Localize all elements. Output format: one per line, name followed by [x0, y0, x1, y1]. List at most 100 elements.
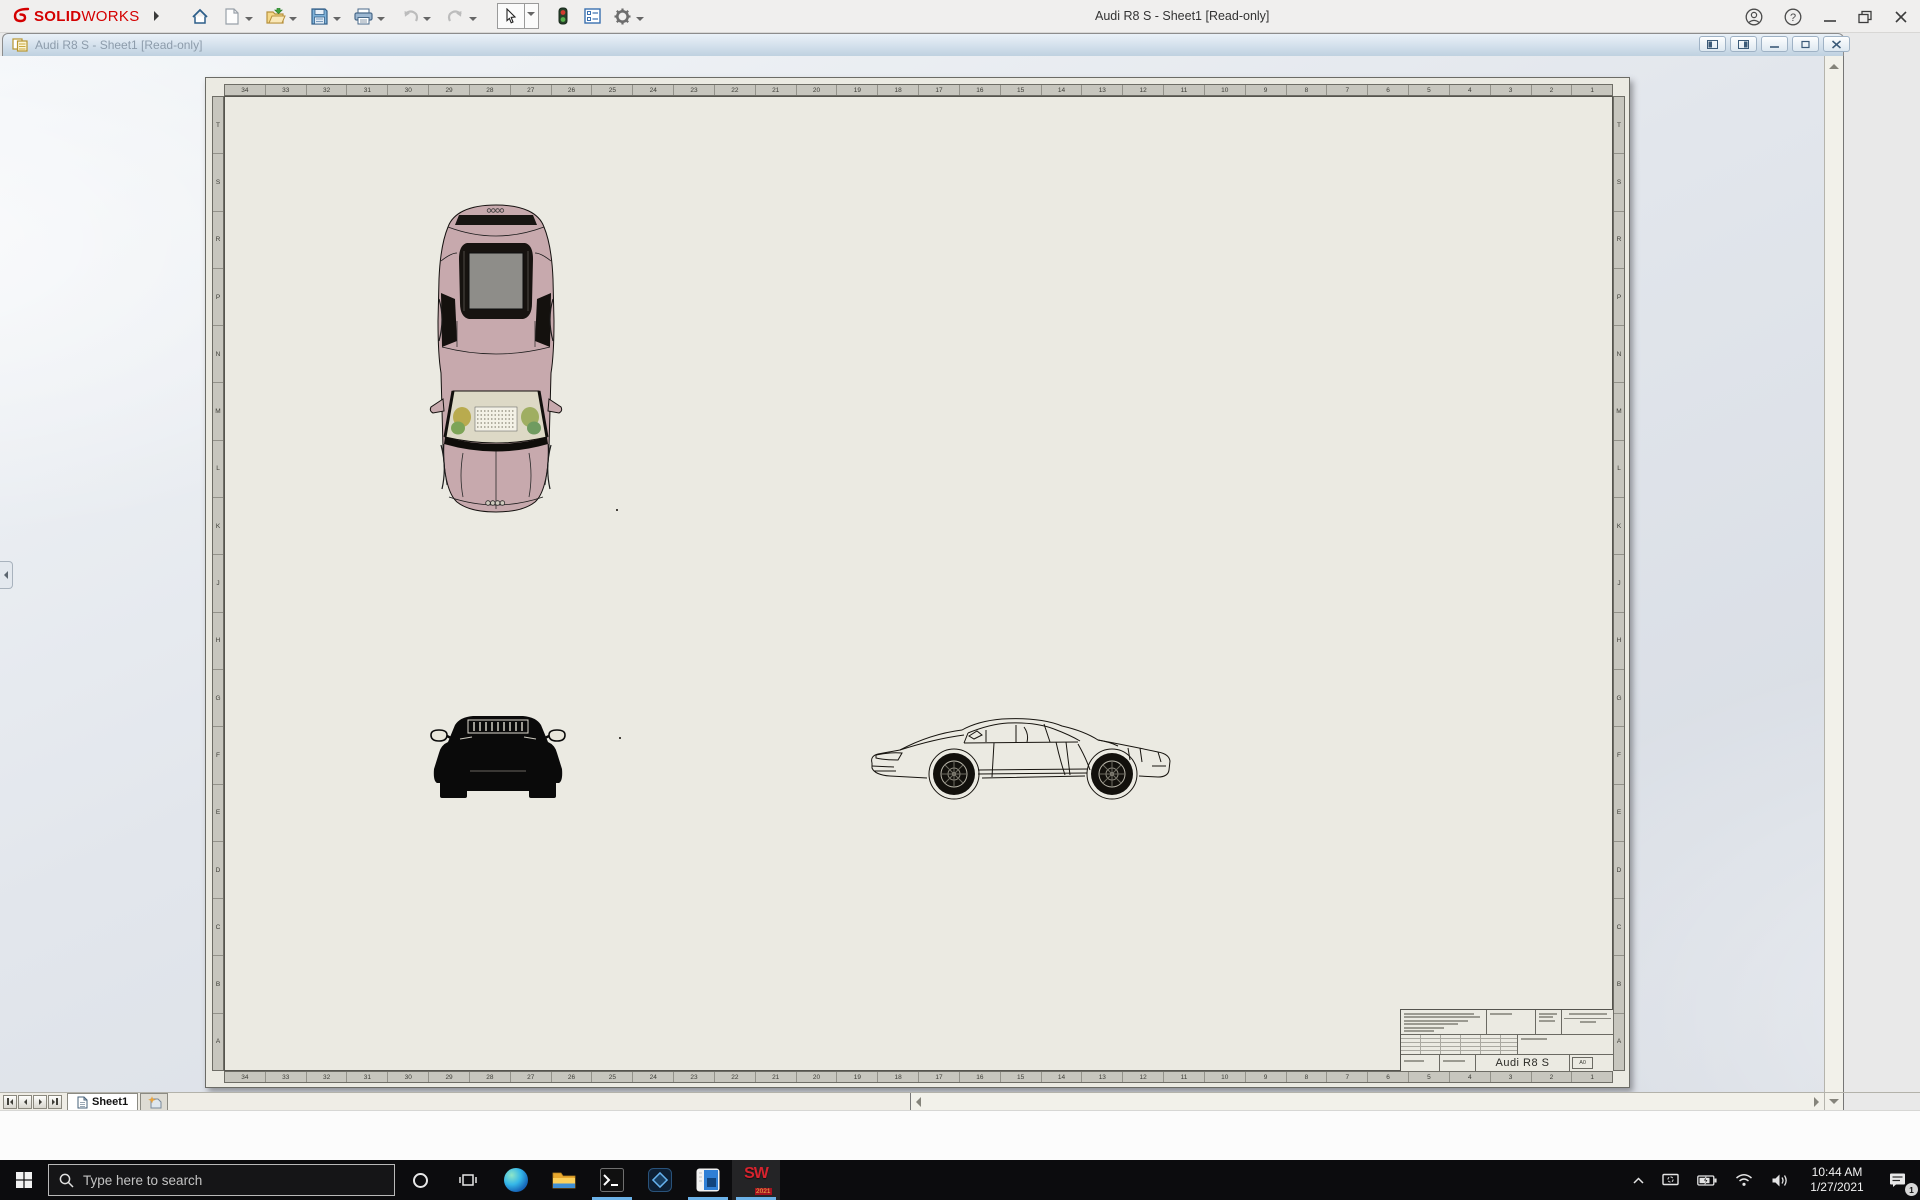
undo-button[interactable]	[398, 3, 422, 29]
edge-button[interactable]	[492, 1160, 540, 1200]
save-button[interactable]	[308, 3, 332, 29]
vertical-scrollbar[interactable]	[1824, 56, 1843, 1092]
restore-button[interactable]	[1858, 10, 1873, 24]
undo-dropdown[interactable]	[422, 17, 431, 25]
drawing-view-front[interactable]	[430, 707, 566, 801]
save-dropdown[interactable]	[332, 17, 341, 25]
zone-label: N	[213, 325, 223, 382]
taskbar-search[interactable]	[48, 1164, 395, 1196]
interference-check-button[interactable]	[551, 3, 575, 29]
zone-label: E	[213, 783, 223, 841]
doc-pane-left-button[interactable]	[1699, 36, 1726, 52]
solidworks-taskbar-button[interactable]: SW 2021	[732, 1160, 780, 1200]
options-dropdown[interactable]	[635, 17, 644, 25]
tray-battery-button[interactable]	[1688, 1160, 1726, 1200]
task-pane-strip[interactable]	[1843, 56, 1920, 1092]
zone-label: 18	[877, 1072, 918, 1082]
new-document-button[interactable]	[220, 3, 244, 29]
brand-solid: SOLID	[34, 7, 82, 25]
blue-window-app-button[interactable]	[684, 1160, 732, 1200]
gem-app-button[interactable]	[636, 1160, 684, 1200]
zone-label: D	[213, 840, 223, 898]
zone-label: R	[1614, 210, 1624, 268]
scroll-right-arrow-icon[interactable]	[1814, 1096, 1819, 1107]
scroll-left-arrow-icon[interactable]	[916, 1096, 921, 1107]
drawing-view-top[interactable]	[429, 201, 563, 513]
drawing-sheet[interactable]: 34 33 32 31 30 29 28 27 26 25 24 23 22 21 20 19 18 17 16 15…	[205, 77, 1630, 1088]
doc-minimize-icon	[1770, 45, 1779, 48]
tray-show-hidden-button[interactable]	[1624, 1160, 1652, 1200]
help-icon[interactable]: ?	[1784, 8, 1802, 26]
redo-dropdown[interactable]	[468, 17, 477, 25]
next-sheet-button[interactable]	[33, 1094, 47, 1109]
print-dropdown[interactable]	[376, 17, 385, 25]
zone-label: K	[213, 497, 223, 554]
open-button[interactable]	[264, 3, 288, 29]
minimize-button[interactable]	[1823, 10, 1837, 24]
tray-wifi-button[interactable]	[1726, 1160, 1762, 1200]
zone-label: 28	[468, 1072, 510, 1082]
scrollbar-corner[interactable]	[1824, 1093, 1843, 1110]
add-sheet-button[interactable]	[140, 1093, 169, 1110]
open-dropdown[interactable]	[288, 17, 297, 25]
zone-label: A	[1614, 1012, 1624, 1070]
tray-clock[interactable]: 10:44 AM 1/27/2021	[1798, 1160, 1876, 1200]
menu-expand-arrow-icon[interactable]	[153, 11, 164, 21]
horizontal-scrollbar[interactable]	[911, 1093, 1824, 1110]
save-icon	[311, 7, 328, 25]
panel-collapse-handle[interactable]	[0, 561, 13, 589]
action-center-button[interactable]: 1	[1876, 1160, 1920, 1200]
doc-minimize-button[interactable]	[1761, 36, 1788, 52]
task-view-button[interactable]	[444, 1160, 492, 1200]
home-icon	[191, 8, 208, 24]
scroll-up-arrow-icon[interactable]	[1829, 64, 1839, 69]
cortana-icon	[412, 1172, 428, 1188]
zone-label: 5	[1408, 85, 1449, 95]
drawing-view-side[interactable]	[866, 708, 1176, 800]
zone-label: 16	[958, 85, 1000, 95]
doc-restore-button[interactable]	[1792, 36, 1819, 52]
title-block-cell	[1401, 1055, 1441, 1071]
redo-button[interactable]	[444, 3, 468, 29]
zone-label: 18	[877, 85, 918, 95]
zone-label: 22	[713, 85, 755, 95]
graphics-area[interactable]: 34 33 32 31 30 29 28 27 26 25 24 23 22 21 20 19 18 17 16 15…	[0, 56, 1920, 1092]
zone-label: 29	[428, 85, 469, 95]
zone-label: 10	[1203, 85, 1245, 95]
options-button[interactable]	[611, 3, 635, 29]
start-button[interactable]	[0, 1160, 48, 1200]
tray-volume-button[interactable]	[1762, 1160, 1798, 1200]
pane-left-icon	[1707, 39, 1718, 49]
new-document-dropdown[interactable]	[244, 17, 253, 25]
print-button[interactable]	[352, 3, 376, 29]
doc-pane-right-button[interactable]	[1730, 36, 1757, 52]
scroll-down-arrow-icon[interactable]	[1829, 1099, 1839, 1104]
file-explorer-button[interactable]	[540, 1160, 588, 1200]
properties-button[interactable]	[581, 3, 605, 29]
tab-sheet1[interactable]: Sheet1	[67, 1093, 139, 1110]
select-cursor-icon	[505, 8, 516, 24]
select-tool-button[interactable]	[496, 3, 525, 29]
search-input[interactable]	[83, 1172, 384, 1188]
doc-close-button[interactable]	[1823, 36, 1850, 52]
zone-label: 6	[1367, 1072, 1408, 1082]
app-titlebar: SOLIDWORKS Audi R8 S - Sheet1 [Read-only…	[0, 0, 1920, 33]
wifi-icon	[1736, 1174, 1752, 1186]
document-title: Audi R8 S - Sheet1 [Read-only]	[35, 38, 203, 52]
home-button[interactable]	[188, 3, 212, 29]
tray-display-button[interactable]	[1652, 1160, 1688, 1200]
previous-sheet-button[interactable]	[18, 1094, 32, 1109]
zone-label: 3	[1489, 1072, 1531, 1082]
title-block-cell	[1536, 1010, 1563, 1034]
zone-label: 7	[1326, 1072, 1367, 1082]
command-prompt-button[interactable]	[588, 1160, 636, 1200]
last-sheet-button[interactable]	[48, 1094, 62, 1109]
account-icon[interactable]	[1745, 8, 1763, 26]
zone-label: 2	[1530, 85, 1572, 95]
zone-label: 34	[241, 86, 249, 94]
solidworks-logo: SOLIDWORKS	[10, 6, 140, 26]
close-button[interactable]	[1894, 10, 1908, 24]
select-tool-dropdown[interactable]	[524, 3, 539, 29]
first-sheet-button[interactable]	[3, 1094, 17, 1109]
cortana-button[interactable]	[396, 1160, 444, 1200]
